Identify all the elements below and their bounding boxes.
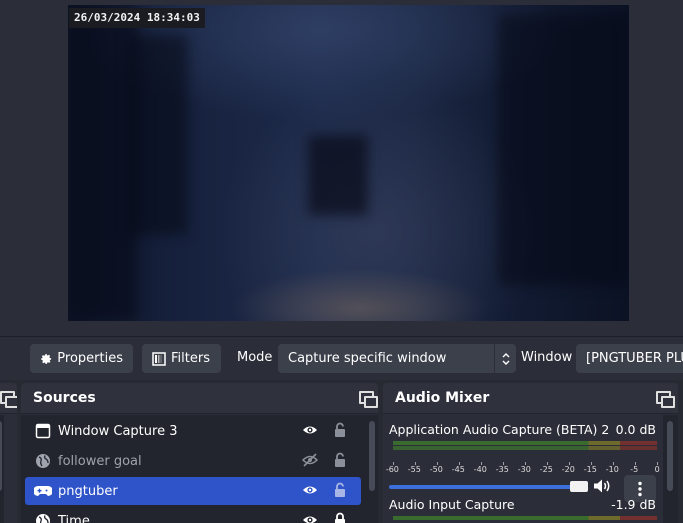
mode-select[interactable]: Capture specific window — [278, 344, 516, 373]
undock-icon[interactable] — [359, 391, 378, 408]
preview-shadow-tree — [128, 35, 188, 235]
source-item[interactable]: Time — [25, 507, 361, 523]
speaker-icon[interactable] — [593, 478, 613, 498]
channel-name: Audio Input Capture — [389, 497, 515, 512]
source-toolbar: Properties Filters Mode Capture specific… — [0, 336, 683, 380]
channel-db: 0.0 dB — [615, 422, 656, 437]
meter-scale-label: -40 — [473, 465, 487, 474]
source-name: Time — [58, 513, 90, 523]
eye-icon[interactable] — [302, 423, 318, 441]
meter-scale-label: -10 — [605, 465, 619, 474]
source-item-selected[interactable]: pngtuber — [25, 477, 361, 505]
meter-scale-label: -55 — [407, 465, 421, 474]
mode-label: Mode — [237, 350, 273, 365]
source-item[interactable]: follower goal — [25, 447, 361, 475]
scrollbar-thumb[interactable] — [0, 421, 2, 491]
browser-globe-icon — [31, 507, 55, 523]
filters-label: Filters — [171, 351, 210, 366]
scrollbar-thumb[interactable] — [667, 421, 673, 491]
source-name: follower goal — [58, 453, 142, 469]
up-down-chevron-icon — [494, 344, 516, 373]
mixer-body: Application Audio Capture (BETA) 2 0.0 d… — [383, 415, 663, 523]
scrollbar-thumb[interactable] — [369, 421, 375, 491]
undock-icon[interactable] — [0, 391, 17, 408]
mode-value: Capture specific window — [288, 351, 447, 366]
browser-globe-icon — [31, 447, 55, 475]
volume-meter — [393, 516, 657, 520]
window-select[interactable]: [PNGTUBER PLUS — [576, 344, 683, 373]
meter-scale-label: -45 — [451, 465, 465, 474]
unlock-icon[interactable] — [333, 422, 347, 442]
unlock-icon[interactable] — [333, 482, 347, 502]
filters-button[interactable]: Filters — [142, 344, 221, 373]
preview-shadow-center — [308, 135, 368, 215]
properties-label: Properties — [57, 351, 123, 366]
undock-icon[interactable] — [656, 391, 675, 408]
meter-scale-label: 0 — [654, 465, 660, 474]
preview-timestamp: 26/03/2024 18:34:03 — [69, 8, 205, 28]
properties-button[interactable]: Properties — [30, 344, 133, 373]
volume-slider[interactable] — [389, 485, 588, 489]
meter-scale-label: -15 — [583, 465, 597, 474]
scenes-scrollbar[interactable] — [0, 415, 4, 523]
window-icon — [31, 417, 55, 445]
sources-dock: Sources Window Capture 3 follower goal p… — [21, 383, 378, 523]
window-label: Window — [521, 350, 573, 365]
audio-mixer-dock: Audio Mixer Application Audio Capture (B… — [383, 383, 678, 523]
meter-scale: -60 -55 -50 -45 -40 -35 -30 -25 -20 -15 -10 -5 0 — [385, 465, 660, 477]
scenes-dock-partial — [0, 383, 17, 523]
source-item[interactable]: Window Capture 3 — [25, 417, 361, 445]
audio-mixer-title: Audio Mixer — [383, 383, 678, 414]
unlock-icon[interactable] — [333, 452, 347, 472]
meter-scale-label: -20 — [561, 465, 575, 474]
mixer-scrollbar[interactable] — [663, 415, 678, 523]
preview-canvas[interactable] — [68, 5, 629, 321]
meter-scale-label: -30 — [517, 465, 531, 474]
window-value: [PNGTUBER PLUS — [586, 351, 683, 366]
lock-icon[interactable] — [333, 512, 347, 523]
gamepad-icon — [31, 477, 55, 505]
meter-scale-label: -25 — [539, 465, 553, 474]
eye-hidden-icon[interactable] — [301, 453, 319, 471]
preview-shadow-right — [498, 15, 629, 285]
meter-scale-label: -5 — [630, 465, 639, 474]
gear-icon — [41, 353, 52, 364]
vertical-dots-icon — [638, 481, 642, 496]
source-name: pngtuber — [58, 483, 118, 499]
eye-icon[interactable] — [302, 483, 318, 501]
channel-db: -1.9 dB — [611, 497, 656, 512]
volume-meter — [393, 446, 657, 450]
sources-title: Sources — [21, 383, 378, 414]
volume-slider-handle[interactable] — [570, 481, 588, 492]
channel-name: Application Audio Capture (BETA) 2 — [389, 422, 610, 437]
meter-scale-label: -35 — [495, 465, 509, 474]
volume-meter — [393, 441, 657, 445]
source-name: Window Capture 3 — [58, 423, 178, 439]
eye-icon[interactable] — [302, 513, 318, 523]
sources-scrollbar[interactable] — [366, 415, 378, 523]
meter-scale-label: -50 — [429, 465, 443, 474]
meter-scale-label: -60 — [385, 465, 399, 474]
filter-icon — [152, 351, 166, 366]
sources-list: Window Capture 3 follower goal pngtuber … — [21, 415, 366, 523]
